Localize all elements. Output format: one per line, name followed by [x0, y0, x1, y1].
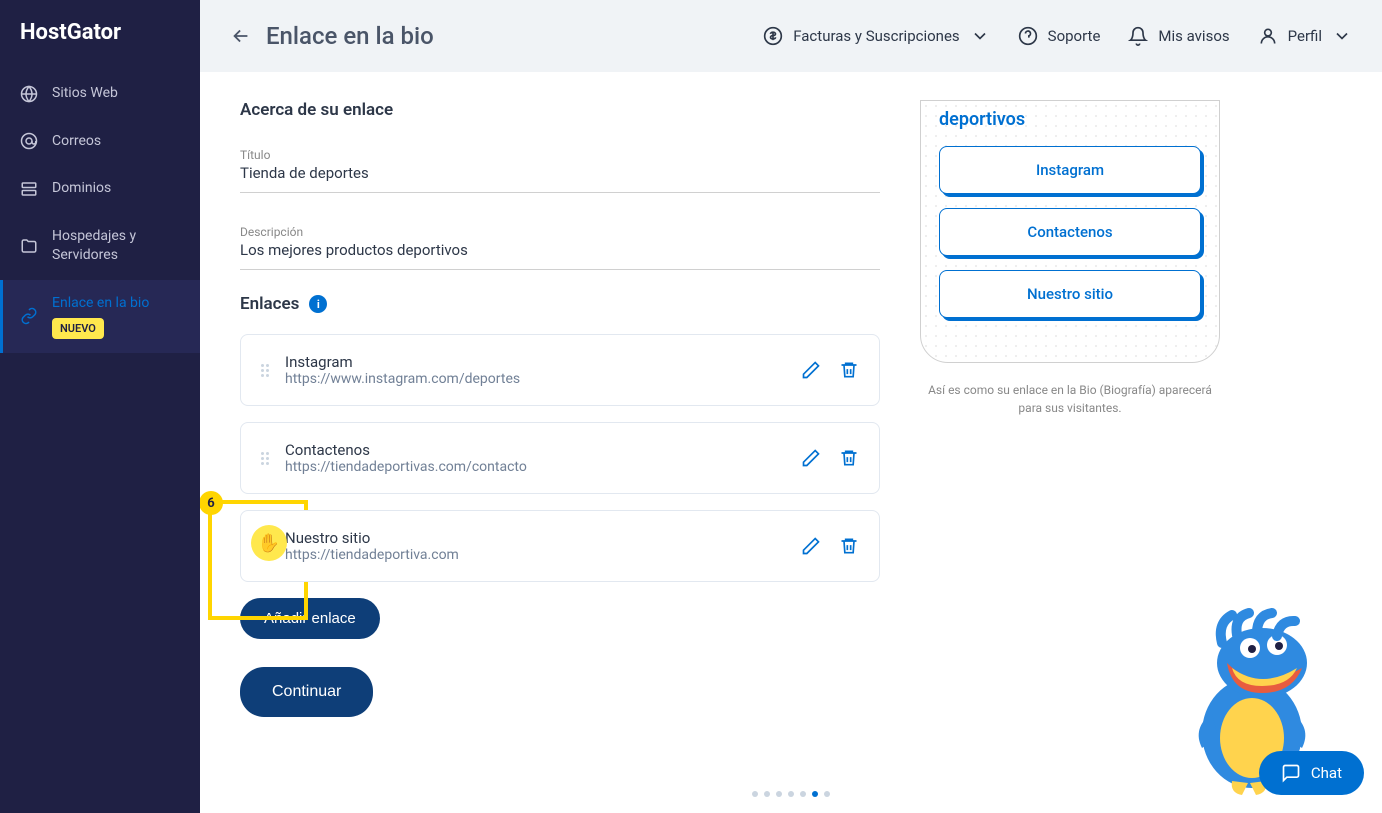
- form-column: Acerca de su enlace Título Tienda de dep…: [240, 100, 880, 785]
- sidebar-item-label: Sitios Web: [52, 84, 118, 104]
- topbar-support[interactable]: Soporte: [1018, 26, 1101, 46]
- preview-link: Nuestro sitio: [939, 270, 1201, 318]
- field-label: Descripción: [240, 225, 880, 239]
- links-heading: Enlaces: [240, 294, 299, 314]
- phone-preview: deportivos Instagram Contactenos Nuestro…: [920, 100, 1220, 363]
- edit-icon[interactable]: [801, 536, 821, 556]
- hand-cursor-icon: ✋: [251, 525, 287, 561]
- topbar-profile[interactable]: Perfil: [1258, 26, 1352, 46]
- link-name: Nuestro sitio: [285, 529, 785, 547]
- preview-headline: deportivos: [939, 101, 1201, 146]
- link-card: Instagram https://www.instagram.com/depo…: [240, 334, 880, 406]
- field-value: Los mejores productos deportivos: [240, 241, 880, 259]
- sidebar-item-emails[interactable]: Correos: [0, 118, 200, 166]
- drag-handle-icon[interactable]: [261, 364, 269, 377]
- sidebar: HostGator Sitios Web Correos Dominios Ho…: [0, 0, 200, 813]
- drag-handle-icon[interactable]: [261, 452, 269, 465]
- sidebar-item-label: Hospedajes y Servidores: [52, 227, 180, 266]
- add-link-button[interactable]: Añadir enlace: [240, 598, 380, 639]
- sidebar-item-domains[interactable]: Dominios: [0, 165, 200, 213]
- sidebar-item-sites[interactable]: Sitios Web: [0, 70, 200, 118]
- dollar-icon: [763, 26, 783, 46]
- main-area: Enlace en la bio Facturas y Suscripcione…: [200, 0, 1382, 813]
- help-icon: [1018, 26, 1038, 46]
- link-url: https://www.instagram.com/deportes: [285, 371, 785, 387]
- at-icon: [20, 132, 38, 150]
- continue-button[interactable]: Continuar: [240, 667, 373, 717]
- title-field[interactable]: Título Tienda de deportes: [240, 140, 880, 193]
- sidebar-item-label: Enlace en la bio: [52, 295, 149, 311]
- chat-button[interactable]: Chat: [1259, 751, 1364, 795]
- folder-icon: [20, 237, 38, 255]
- tour-step-number: 6: [200, 491, 223, 515]
- link-name: Contactenos: [285, 441, 785, 459]
- link-icon: [20, 307, 38, 325]
- globe-icon: [20, 85, 38, 103]
- sidebar-item-label: Correos: [52, 132, 101, 152]
- trash-icon[interactable]: [839, 360, 859, 380]
- description-field[interactable]: Descripción Los mejores productos deport…: [240, 217, 880, 270]
- edit-icon[interactable]: [801, 448, 821, 468]
- field-value: Tienda de deportes: [240, 164, 880, 182]
- sidebar-item-label: Dominios: [52, 179, 111, 199]
- sidebar-item-biolink[interactable]: Enlace en la bio NUEVO: [0, 280, 200, 353]
- link-url: https://tiendadeportivas.com/contacto: [285, 459, 785, 475]
- chevron-down-icon: [970, 26, 990, 46]
- carousel-dots: [752, 791, 830, 797]
- about-heading: Acerca de su enlace: [240, 100, 880, 120]
- page-title: Enlace en la bio: [266, 22, 434, 50]
- preview-caption: Así es como su enlace en la Bio (Biograf…: [920, 381, 1220, 417]
- topbar-notices[interactable]: Mis avisos: [1128, 26, 1229, 46]
- link-card: Contactenos https://tiendadeportivas.com…: [240, 422, 880, 494]
- link-card: ✋ Nuestro sitio https://tiendadeportiva.…: [240, 510, 880, 582]
- topbar: Enlace en la bio Facturas y Suscripcione…: [200, 0, 1382, 72]
- trash-icon[interactable]: [839, 448, 859, 468]
- link-name: Instagram: [285, 353, 785, 371]
- back-button[interactable]: Enlace en la bio: [230, 22, 434, 50]
- link-url: https://tiendadeportiva.com: [285, 547, 785, 563]
- info-icon[interactable]: i: [309, 295, 327, 313]
- field-label: Título: [240, 148, 880, 162]
- chevron-down-icon: [1332, 26, 1352, 46]
- server-icon: [20, 180, 38, 198]
- edit-icon[interactable]: [801, 360, 821, 380]
- brand-logo: HostGator: [0, 20, 200, 70]
- arrow-left-icon: [230, 25, 252, 47]
- user-icon: [1258, 26, 1278, 46]
- preview-link: Instagram: [939, 146, 1201, 194]
- sidebar-item-hosting[interactable]: Hospedajes y Servidores: [0, 213, 200, 280]
- new-badge: NUEVO: [52, 318, 104, 339]
- chat-icon: [1281, 763, 1301, 783]
- topbar-billing[interactable]: Facturas y Suscripciones: [763, 26, 989, 46]
- preview-link: Contactenos: [939, 208, 1201, 256]
- bell-icon: [1128, 26, 1148, 46]
- trash-icon[interactable]: [839, 536, 859, 556]
